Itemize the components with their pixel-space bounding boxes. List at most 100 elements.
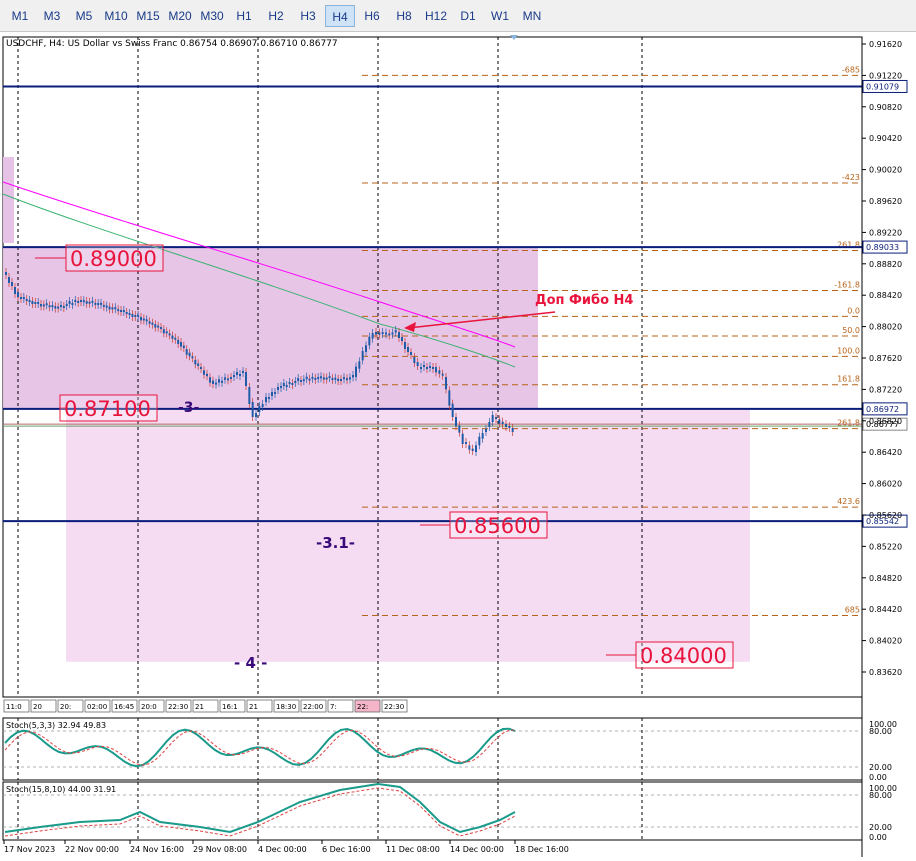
- wave-label: - 4 -: [234, 654, 267, 672]
- candle-body: [215, 382, 217, 385]
- timeframe-mn-button[interactable]: MN: [517, 5, 547, 27]
- candle-body: [85, 301, 88, 304]
- candle-body: [100, 302, 102, 305]
- candle-body: [352, 375, 354, 378]
- candle-body: [242, 371, 244, 373]
- candle-body: [311, 376, 314, 379]
- time-axis-label: 29 Nov 08:00: [193, 845, 247, 854]
- timeframe-h12-button[interactable]: H12: [421, 5, 451, 27]
- candle-body: [282, 383, 285, 386]
- candle-body: [401, 337, 403, 341]
- candle-body: [37, 302, 40, 304]
- candle-body: [343, 377, 345, 380]
- candle-body: [385, 332, 387, 335]
- candle-body: [48, 305, 51, 308]
- candle-body: [394, 330, 397, 333]
- candle-body: [117, 309, 120, 312]
- candle-body: [218, 379, 220, 383]
- session-label-text: 21: [195, 703, 204, 711]
- candle-body: [325, 377, 328, 380]
- candle-body: [441, 373, 444, 376]
- candle-body: [168, 333, 171, 336]
- candle-body: [291, 383, 294, 385]
- candle-body: [458, 425, 461, 433]
- candle-body: [14, 287, 16, 294]
- timeframe-m10-button[interactable]: M10: [101, 5, 131, 27]
- fibo-level-label: 685: [845, 605, 860, 614]
- candle-body: [271, 392, 273, 396]
- candle-body: [388, 333, 391, 336]
- candle-body: [368, 336, 371, 346]
- session-label-text: 16:45: [114, 703, 134, 711]
- session-label-text: 21: [249, 703, 258, 711]
- timeframe-m20-button[interactable]: M20: [165, 5, 195, 27]
- candle-body: [221, 380, 223, 383]
- price-axis-label: 0.90020: [869, 166, 902, 175]
- timeframe-w1-button[interactable]: W1: [485, 5, 515, 27]
- fibo-level-label: 261.8: [837, 240, 860, 249]
- timeframe-d1-button[interactable]: D1: [453, 5, 483, 27]
- fibo-level-label: 50.0: [842, 326, 860, 335]
- timeframe-h6-button[interactable]: H6: [357, 5, 387, 27]
- candle-body: [108, 306, 111, 310]
- candle-body: [182, 345, 185, 349]
- candle-body: [57, 306, 60, 309]
- fibo-level-label: -685: [842, 65, 860, 74]
- candle-body: [185, 349, 188, 355]
- candle-body: [142, 318, 145, 321]
- candle-body: [68, 301, 71, 304]
- price-axis-label: 0.86020: [869, 480, 902, 489]
- candle-body: [445, 377, 447, 390]
- candle-body: [114, 307, 117, 310]
- candle-body: [498, 419, 501, 424]
- candle-body: [131, 314, 134, 317]
- candle-body: [140, 317, 142, 321]
- candle-body: [300, 380, 302, 382]
- timeframe-h2-button[interactable]: H2: [261, 5, 291, 27]
- candle-body: [361, 351, 364, 361]
- stoch2-label: Stoch(15,8,10) 44.00 31.91: [6, 785, 116, 794]
- timeframe-h4-button[interactable]: H4: [325, 5, 355, 27]
- candle-body: [8, 277, 10, 283]
- timeframe-m3-button[interactable]: M3: [37, 5, 67, 27]
- timeframe-m5-button[interactable]: M5: [69, 5, 99, 27]
- timeframe-m30-button[interactable]: M30: [197, 5, 227, 27]
- candle-body: [438, 370, 441, 374]
- wave-label: -3.1-: [316, 534, 355, 552]
- candle-body: [151, 322, 154, 325]
- candle-body: [404, 342, 406, 349]
- timeframe-h1-button[interactable]: H1: [229, 5, 259, 27]
- price-axis-label: 0.90420: [869, 134, 902, 143]
- timeframe-m1-button[interactable]: M1: [5, 5, 35, 27]
- candle-body: [365, 345, 367, 352]
- candle-body: [346, 378, 348, 381]
- fibo-level-label: 0.0: [847, 306, 860, 315]
- wave-label: -3-: [178, 400, 200, 416]
- candle-body: [42, 304, 45, 307]
- candle-body: [285, 385, 288, 387]
- candle-body: [5, 272, 7, 275]
- candle-body: [209, 377, 211, 383]
- timeframe-h3-button[interactable]: H3: [293, 5, 323, 27]
- candle-body: [148, 321, 151, 324]
- candle-body: [491, 415, 494, 422]
- price-chart[interactable]: -685-423261.8-161.80.050.0100.0161.8261.…: [0, 32, 916, 857]
- chart-area[interactable]: -685 -423 261.8 -161.8 0.0 50.0 100.0 161.8 261.…: [0, 32, 916, 857]
- candle-body: [481, 433, 484, 439]
- timeframe-h8-button[interactable]: H8: [389, 5, 419, 27]
- candle-body: [255, 413, 257, 417]
- price-axis-label: 0.88020: [869, 323, 902, 332]
- level-price-label: 0.86972: [866, 405, 899, 414]
- candle-body: [328, 376, 331, 379]
- timeframe-m15-button[interactable]: M15: [133, 5, 163, 27]
- candle-body: [65, 304, 68, 306]
- candle-body: [233, 375, 235, 377]
- price-axis-label: 0.84020: [869, 637, 902, 646]
- candle-body: [40, 304, 42, 307]
- candle-body: [11, 282, 13, 286]
- candle-body: [134, 315, 137, 317]
- session-label-text: 7:: [330, 703, 337, 711]
- price-axis-label: 0.83620: [869, 668, 902, 677]
- candle-body: [302, 379, 305, 382]
- price-axis-label: 0.91620: [869, 40, 902, 49]
